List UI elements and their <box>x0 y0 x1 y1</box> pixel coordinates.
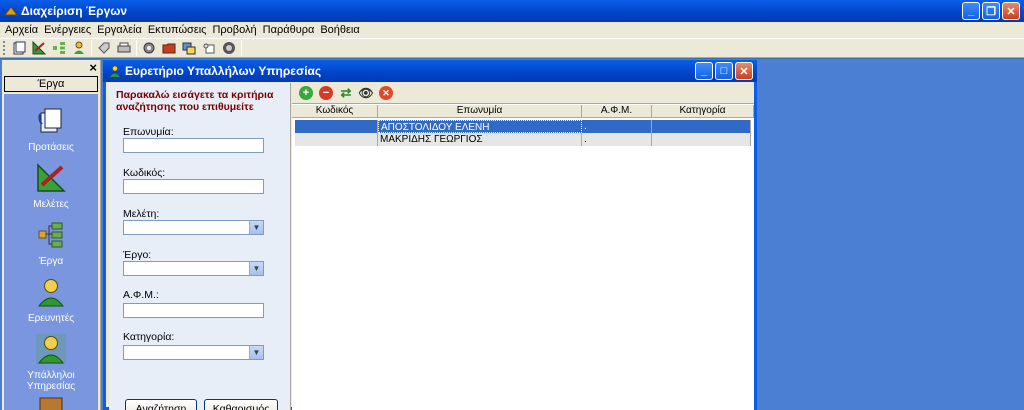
cell-code <box>295 133 378 146</box>
restore-button[interactable]: ❐ <box>982 2 1000 20</box>
projects-icon[interactable] <box>51 40 67 56</box>
code-label: Κωδικός: <box>123 167 166 179</box>
cell-code <box>295 120 378 133</box>
results-grid: + − ⇄ 👁 ✕ Κωδικός Επωνυμία Α.Φ.Μ. Κατηγο… <box>292 83 754 410</box>
minimize-button[interactable]: _ <box>962 2 980 20</box>
sidebar-item-label: Ερευνητές <box>27 313 75 324</box>
child-maximize-button[interactable]: □ <box>715 62 733 80</box>
project-label: Έργο: <box>123 249 152 261</box>
clear-button[interactable]: Καθαρισμός <box>204 399 278 410</box>
sidebar-item-projects[interactable]: Έργα <box>4 220 98 267</box>
name-input[interactable] <box>123 138 264 153</box>
researcher-icon <box>37 279 65 307</box>
column-header-afm[interactable]: Α.Φ.Μ. <box>582 105 652 117</box>
sidebar-item-proposals[interactable]: Προτάσεις <box>4 106 98 153</box>
cell-name: ΑΠΟΣΤΟΛΙΔΟΥ ΕΛΕΝΗ <box>378 120 582 133</box>
employee-icon <box>110 65 120 77</box>
toolbar-separator <box>91 40 92 56</box>
code-input[interactable] <box>123 179 264 194</box>
book-icon <box>39 397 63 410</box>
proposals-icon[interactable] <box>11 40 27 56</box>
column-header-name[interactable]: Επωνυμία <box>378 105 582 117</box>
column-header-category[interactable]: Κατηγορία <box>652 105 754 117</box>
gear-icon[interactable] <box>141 40 157 56</box>
project-select[interactable]: ▼ <box>123 261 264 276</box>
folder-icon[interactable] <box>161 40 177 56</box>
afm-label: Α.Φ.Μ.: <box>123 289 159 301</box>
studies-icon[interactable] <box>31 40 47 56</box>
search-button[interactable]: Αναζήτηση <box>125 399 197 410</box>
side-panel-close-button[interactable]: × <box>89 60 97 75</box>
cell-category <box>652 120 751 133</box>
menu-bar: Αρχεία Ενέργειες Εργαλεία Εκτυπώσεις Προ… <box>0 22 1024 38</box>
menu-print[interactable]: Εκτυπώσεις <box>145 24 210 36</box>
remove-icon[interactable]: − <box>319 86 333 100</box>
employee-icon <box>36 334 66 364</box>
toolbar-grip[interactable] <box>3 41 6 55</box>
delete-icon[interactable]: ✕ <box>379 86 393 100</box>
side-panel-header[interactable]: Έργα <box>4 76 98 92</box>
main-toolbar <box>0 38 1024 58</box>
side-panel: × Έργα Προτάσεις Μελέτες Έργα Ερευνητές … <box>2 60 101 410</box>
sidebar-item-label: Μελέτες <box>33 199 69 210</box>
studies-icon <box>37 163 66 192</box>
sidebar-item-label: Έργα <box>38 256 64 267</box>
app-title-bar: Διαχείριση Έργων _ ❐ ✕ <box>0 0 1024 22</box>
chevron-down-icon[interactable]: ▼ <box>249 221 263 234</box>
app-title: Διαχείριση Έργων <box>21 4 128 18</box>
afm-input[interactable] <box>123 303 264 318</box>
add-icon[interactable]: + <box>299 86 313 100</box>
sidebar-item-studies[interactable]: Μελέτες <box>4 163 98 210</box>
sidebar-item-label: Προτάσεις <box>28 142 74 153</box>
category-label: Κατηγορία: <box>123 331 175 343</box>
employee-index-window: Ευρετήριο Υπαλλήλων Υπηρεσίας _ □ ✕ Παρα… <box>103 60 757 410</box>
side-panel-list: Προτάσεις Μελέτες Έργα Ερευνητές Υπάλληλ… <box>4 94 98 410</box>
tag-icon[interactable] <box>96 40 112 56</box>
category-select[interactable]: ▼ <box>123 345 264 360</box>
child-window-title-bar: Ευρετήριο Υπαλλήλων Υπηρεσίας _ □ ✕ <box>103 60 757 82</box>
chevron-down-icon[interactable]: ▼ <box>249 346 263 359</box>
researchers-icon[interactable] <box>71 40 87 56</box>
printer-icon[interactable] <box>116 40 132 56</box>
view-icon[interactable]: 👁 <box>358 86 373 100</box>
sidebar-item-more[interactable] <box>4 392 98 410</box>
disc-icon[interactable] <box>221 40 237 56</box>
cell-category <box>652 133 751 146</box>
menu-tools[interactable]: Εργαλεία <box>94 24 145 36</box>
menu-help[interactable]: Βοήθεια <box>317 24 362 36</box>
chevron-down-icon[interactable]: ▼ <box>249 262 263 275</box>
study-select[interactable]: ▼ <box>123 220 264 235</box>
toolbar-separator <box>136 40 137 56</box>
menu-view[interactable]: Προβολή <box>209 24 259 36</box>
child-minimize-button[interactable]: _ <box>695 62 713 80</box>
cell-afm: . <box>582 133 652 146</box>
menu-windows[interactable]: Παράθυρα <box>260 24 318 36</box>
child-close-button[interactable]: ✕ <box>735 62 753 80</box>
search-form: Παρακαλώ εισάγετε τα κριτήρια αναζήτησης… <box>109 83 291 410</box>
cell-afm: . <box>582 120 652 133</box>
grid-toolbar: + − ⇄ 👁 ✕ <box>292 83 754 104</box>
copy-icon[interactable] <box>201 40 217 56</box>
child-window-title: Ευρετήριο Υπαλλήλων Υπηρεσίας <box>125 64 322 78</box>
projects-icon <box>38 222 63 248</box>
sidebar-item-label: Υπάλληλοι Υπηρεσίας <box>26 370 76 392</box>
sidebar-item-researchers[interactable]: Ερευνητές <box>4 277 98 324</box>
windows-icon[interactable] <box>181 40 197 56</box>
search-hint: Παρακαλώ εισάγετε τα κριτήρια αναζήτησης… <box>116 89 274 113</box>
menu-actions[interactable]: Ενέργειες <box>41 24 94 36</box>
table-row[interactable]: ΜΑΚΡΙΔΗΣ ΓΕΩΡΓΙΟΣ . <box>295 133 751 146</box>
close-button[interactable]: ✕ <box>1002 2 1020 20</box>
grid-header: Κωδικός Επωνυμία Α.Φ.Μ. Κατηγορία <box>292 105 754 118</box>
toolbar-separator <box>241 40 242 56</box>
menu-file[interactable]: Αρχεία <box>2 24 41 36</box>
app-icon <box>4 6 18 16</box>
cell-name: ΜΑΚΡΙΔΗΣ ΓΕΩΡΓΙΟΣ <box>378 133 582 146</box>
proposals-icon <box>38 108 62 133</box>
refresh-icon[interactable]: ⇄ <box>339 85 353 100</box>
column-header-code[interactable]: Κωδικός <box>292 105 378 117</box>
study-label: Μελέτη: <box>123 208 160 220</box>
sidebar-item-employees[interactable]: Υπάλληλοι Υπηρεσίας <box>4 334 98 392</box>
table-row[interactable]: ΑΠΟΣΤΟΛΙΔΟΥ ΕΛΕΝΗ . <box>295 120 751 133</box>
name-label: Επωνυμία: <box>123 126 174 138</box>
